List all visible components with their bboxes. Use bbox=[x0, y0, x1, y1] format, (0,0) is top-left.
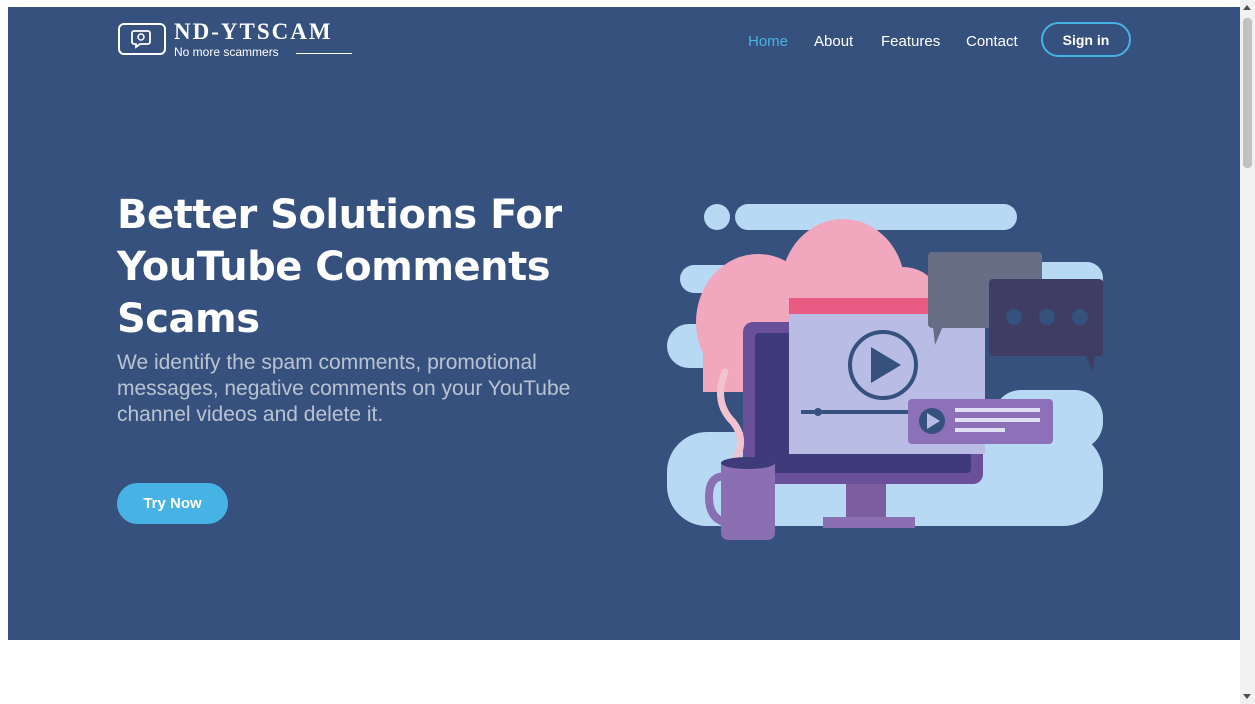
hero-headline: Better Solutions For YouTube Comments Sc… bbox=[117, 192, 562, 342]
speech-bubble-icon bbox=[118, 23, 166, 55]
nav-contact[interactable]: Contact bbox=[966, 33, 1018, 50]
hero-section: ND-YTSCAM No more scammers Home About Fe… bbox=[8, 7, 1240, 640]
sign-in-button[interactable]: Sign in bbox=[1041, 22, 1131, 57]
page-scrollbar[interactable] bbox=[1240, 0, 1255, 704]
tagline-divider bbox=[296, 53, 352, 54]
nav-about[interactable]: About bbox=[814, 33, 853, 50]
brand-title: ND-YTSCAM bbox=[174, 19, 333, 44]
scroll-up-arrow-icon[interactable] bbox=[1243, 5, 1251, 10]
video-monitor-illustration bbox=[667, 204, 1103, 540]
brand-tagline: No more scammers bbox=[174, 45, 279, 59]
scroll-thumb[interactable] bbox=[1243, 18, 1252, 168]
scroll-down-arrow-icon[interactable] bbox=[1243, 694, 1251, 699]
nav-features[interactable]: Features bbox=[881, 33, 940, 50]
try-now-button[interactable]: Try Now bbox=[117, 483, 228, 524]
nav-home[interactable]: Home bbox=[748, 33, 788, 50]
hero-subtext: We identify the spam comments, promotion… bbox=[117, 351, 571, 426]
brand-logo[interactable]: ND-YTSCAM No more scammers bbox=[118, 19, 358, 61]
